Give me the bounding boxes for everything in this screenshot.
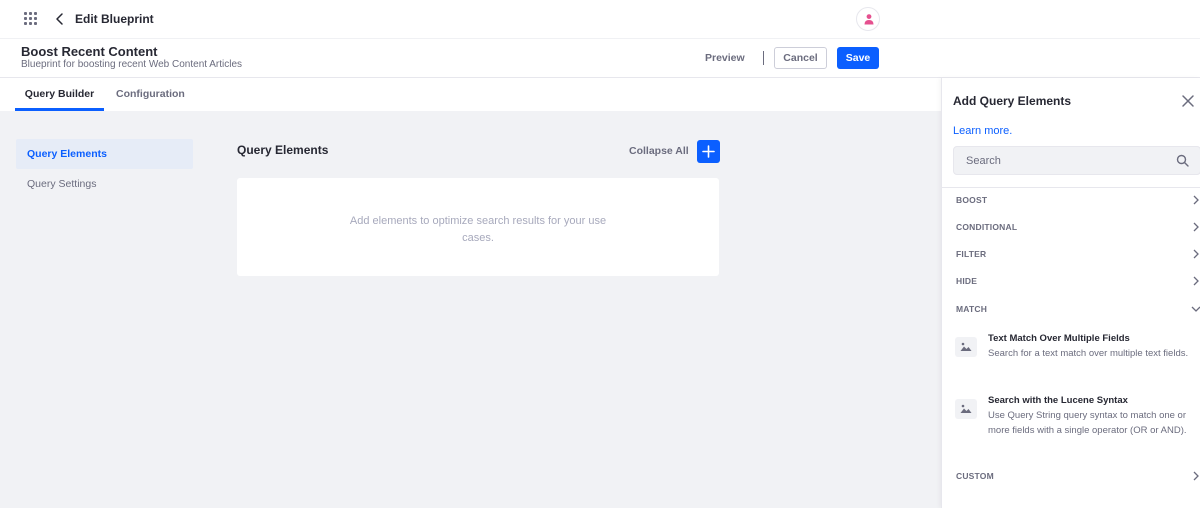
collapse-all-button[interactable]: Collapse All bbox=[629, 145, 689, 157]
category-match[interactable]: MATCH bbox=[942, 296, 1200, 323]
sidebar-item-query-elements[interactable]: Query Elements bbox=[16, 139, 193, 169]
close-icon[interactable] bbox=[1181, 94, 1195, 108]
learn-more-link[interactable]: Learn more. bbox=[953, 125, 1012, 137]
chevron-right-icon bbox=[1193, 195, 1199, 205]
tab-bar: Query Builder Configuration bbox=[0, 78, 941, 111]
plus-icon bbox=[702, 145, 715, 158]
top-nav-bar: Edit Blueprint bbox=[0, 0, 1200, 39]
main-canvas: Query Elements Query Settings Query Elem… bbox=[0, 111, 941, 508]
category-label: CUSTOM bbox=[956, 471, 994, 481]
image-icon bbox=[955, 337, 977, 357]
blueprint-title: Boost Recent Content bbox=[21, 44, 158, 59]
header-divider bbox=[763, 51, 764, 65]
category-label: BOOST bbox=[956, 195, 988, 205]
chevron-right-icon bbox=[1193, 222, 1199, 232]
empty-state-card: Add elements to optimize search results … bbox=[237, 178, 719, 276]
cancel-button[interactable]: Cancel bbox=[774, 47, 827, 69]
add-element-button[interactable] bbox=[697, 140, 720, 163]
category-custom[interactable]: CUSTOM bbox=[942, 463, 1200, 490]
category-conditional[interactable]: CONDITIONAL bbox=[942, 214, 1200, 241]
nav-title: Edit Blueprint bbox=[75, 12, 154, 26]
panel-title: Add Query Elements bbox=[953, 94, 1072, 108]
query-element-title: Text Match Over Multiple Fields bbox=[988, 333, 1130, 344]
image-icon bbox=[955, 399, 977, 419]
category-label: MATCH bbox=[956, 304, 988, 314]
category-label: HIDE bbox=[956, 276, 978, 286]
query-element-lucene-syntax[interactable]: Search with the Lucene Syntax Use Query … bbox=[942, 395, 1200, 457]
chevron-left-icon[interactable] bbox=[53, 11, 67, 27]
search-icon[interactable] bbox=[1176, 154, 1189, 167]
apps-grid-icon[interactable] bbox=[24, 12, 37, 25]
query-element-text-match[interactable]: Text Match Over Multiple Fields Search f… bbox=[942, 333, 1200, 381]
search-box bbox=[953, 146, 1200, 175]
tab-configuration[interactable]: Configuration bbox=[116, 78, 185, 111]
user-icon bbox=[864, 14, 874, 25]
chevron-down-icon bbox=[1191, 306, 1200, 312]
chevron-right-icon bbox=[1193, 471, 1199, 481]
category-label: FILTER bbox=[956, 249, 987, 259]
empty-state-message: Add elements to optimize search results … bbox=[349, 215, 607, 244]
query-element-description: Use Query String query syntax to match o… bbox=[988, 410, 1187, 436]
category-hide[interactable]: HIDE bbox=[942, 268, 1200, 295]
preview-button[interactable]: Preview bbox=[697, 47, 753, 69]
save-button[interactable]: Save bbox=[837, 47, 879, 69]
tab-query-builder[interactable]: Query Builder bbox=[15, 78, 104, 111]
user-avatar[interactable] bbox=[856, 7, 880, 31]
add-query-elements-panel: Add Query Elements Learn more. BOOST CON… bbox=[941, 78, 1200, 508]
search-input[interactable] bbox=[955, 148, 1165, 173]
query-elements-heading: Query Elements bbox=[237, 143, 329, 157]
sidebar-item-query-settings[interactable]: Query Settings bbox=[27, 178, 96, 190]
blueprint-header: Boost Recent Content Blueprint for boost… bbox=[0, 39, 1200, 78]
chevron-right-icon bbox=[1193, 276, 1199, 286]
blueprint-description: Blueprint for boosting recent Web Conten… bbox=[21, 59, 243, 70]
category-label: CONDITIONAL bbox=[956, 222, 1018, 232]
query-element-description: Search for a text match over multiple te… bbox=[988, 348, 1189, 359]
chevron-right-icon bbox=[1193, 249, 1199, 259]
query-element-title: Search with the Lucene Syntax bbox=[988, 395, 1128, 406]
category-boost[interactable]: BOOST bbox=[942, 187, 1200, 214]
category-filter[interactable]: FILTER bbox=[942, 241, 1200, 268]
